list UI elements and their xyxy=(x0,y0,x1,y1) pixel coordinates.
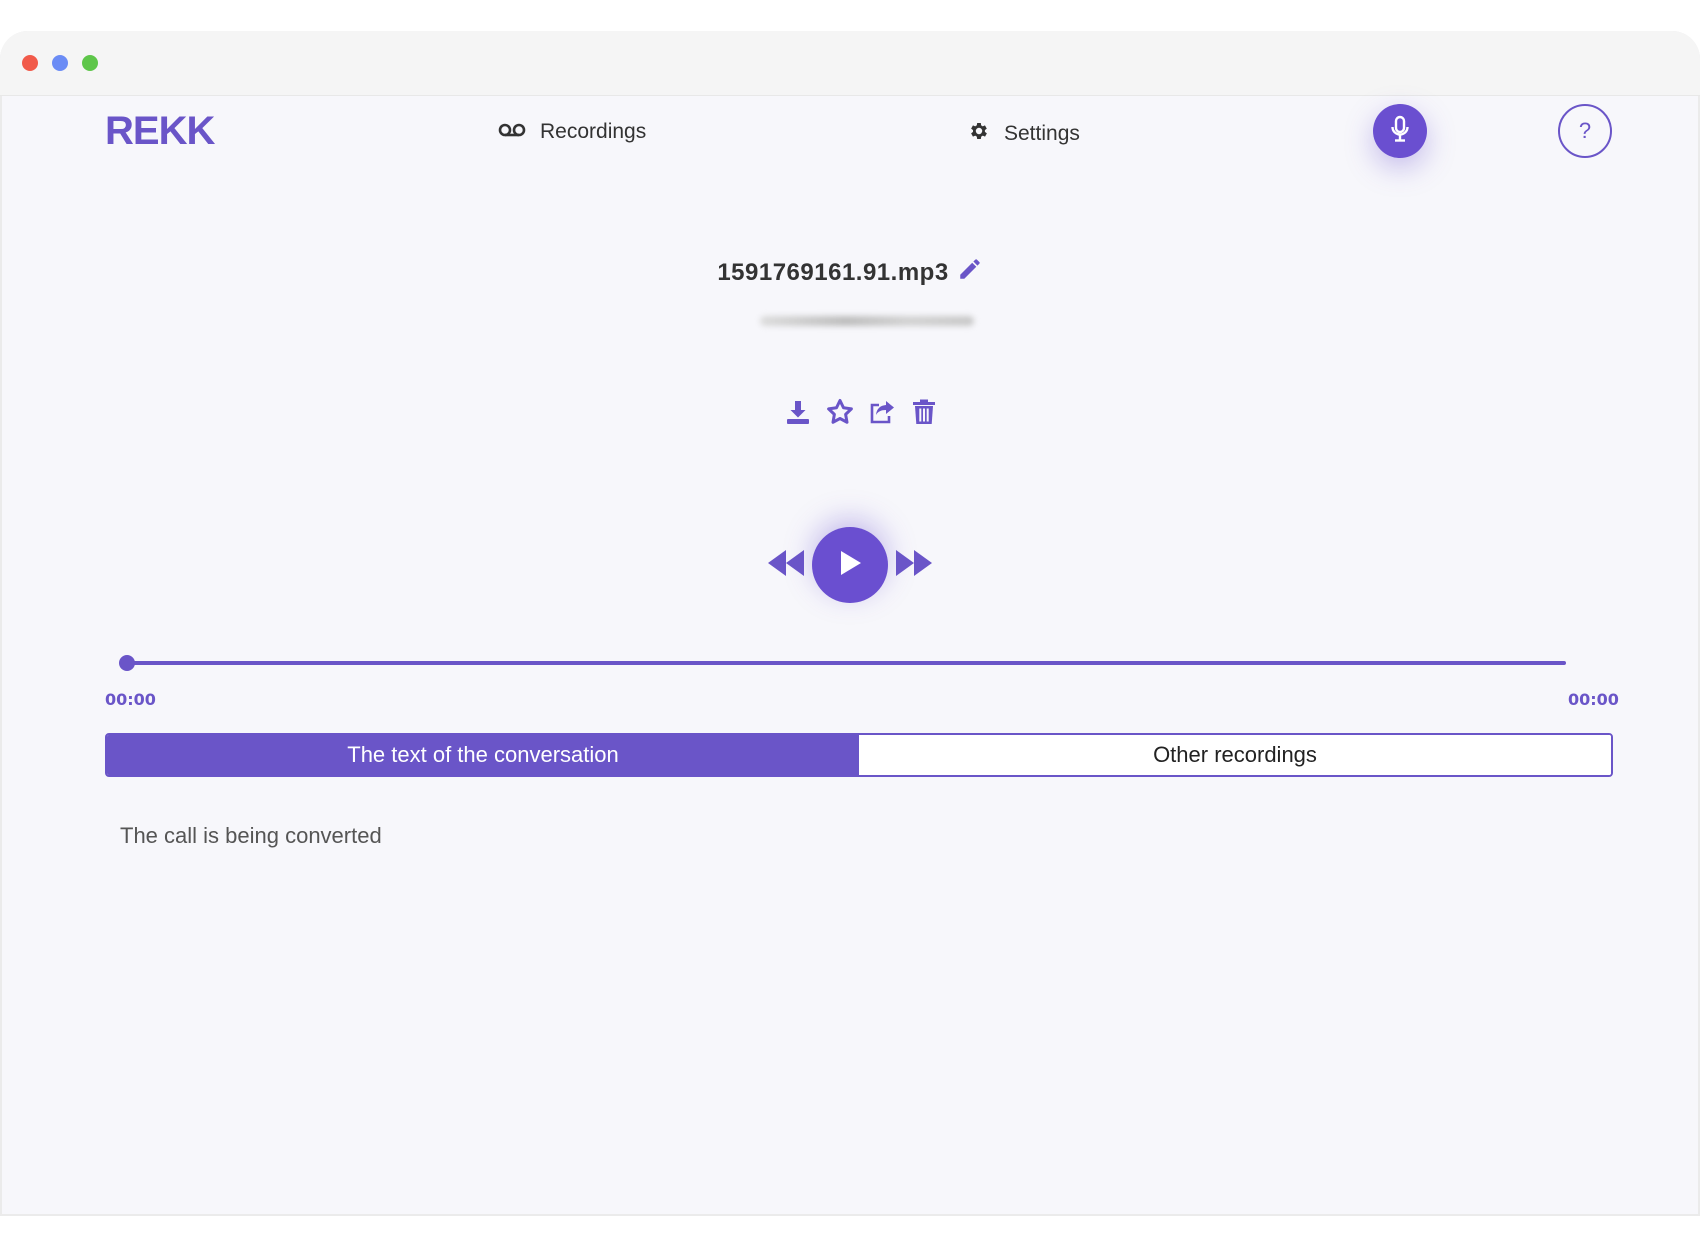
delete-button[interactable] xyxy=(909,399,939,429)
recording-filename: 1591769161.91.mp3 xyxy=(717,258,949,286)
help-button[interactable]: ? xyxy=(1558,104,1612,158)
play-button[interactable] xyxy=(812,527,888,603)
recording-title: 1591769161.91.mp3 xyxy=(0,256,1700,289)
star-icon xyxy=(825,397,855,432)
close-window-button[interactable] xyxy=(22,55,38,71)
maximize-window-button[interactable] xyxy=(82,55,98,71)
total-time: 00:00 xyxy=(1568,690,1619,709)
fast-forward-icon xyxy=(894,548,934,583)
nav-recordings[interactable]: Recordings xyxy=(498,120,646,144)
record-button[interactable] xyxy=(1373,104,1427,158)
tab-conversation-text[interactable]: The text of the conversation xyxy=(107,735,859,775)
app-window xyxy=(0,31,1700,1216)
fast-forward-button[interactable] xyxy=(894,549,934,581)
nav-recordings-label: Recordings xyxy=(540,120,647,143)
share-button[interactable] xyxy=(867,399,897,429)
current-time: 00:00 xyxy=(105,690,156,709)
favorite-button[interactable] xyxy=(825,397,855,432)
blurred-contact-info xyxy=(760,316,974,326)
app-logo[interactable]: REKK xyxy=(105,109,215,154)
download-button[interactable] xyxy=(783,399,813,429)
trash-icon xyxy=(912,399,936,430)
title-bar xyxy=(0,31,1700,96)
playback-controls xyxy=(0,527,1700,603)
conversion-status: The call is being converted xyxy=(120,823,382,848)
gear-icon xyxy=(968,120,1004,148)
minimize-window-button[interactable] xyxy=(52,55,68,71)
rewind-button[interactable] xyxy=(766,549,806,581)
tab-other-recordings[interactable]: Other recordings xyxy=(859,735,1611,775)
share-icon xyxy=(868,398,896,431)
recording-actions xyxy=(783,397,939,432)
content-tabs: The text of the conversation Other recor… xyxy=(105,733,1613,777)
voicemail-icon xyxy=(498,120,540,144)
edit-pencil-icon[interactable] xyxy=(949,256,983,289)
download-icon xyxy=(785,399,811,430)
progress-bar[interactable] xyxy=(128,661,1566,665)
rewind-icon xyxy=(766,548,806,583)
progress-handle[interactable] xyxy=(119,655,135,671)
nav-settings-label: Settings xyxy=(1004,122,1080,145)
microphone-icon xyxy=(1390,115,1410,148)
play-icon xyxy=(837,549,863,582)
nav-settings[interactable]: Settings xyxy=(968,120,1080,148)
